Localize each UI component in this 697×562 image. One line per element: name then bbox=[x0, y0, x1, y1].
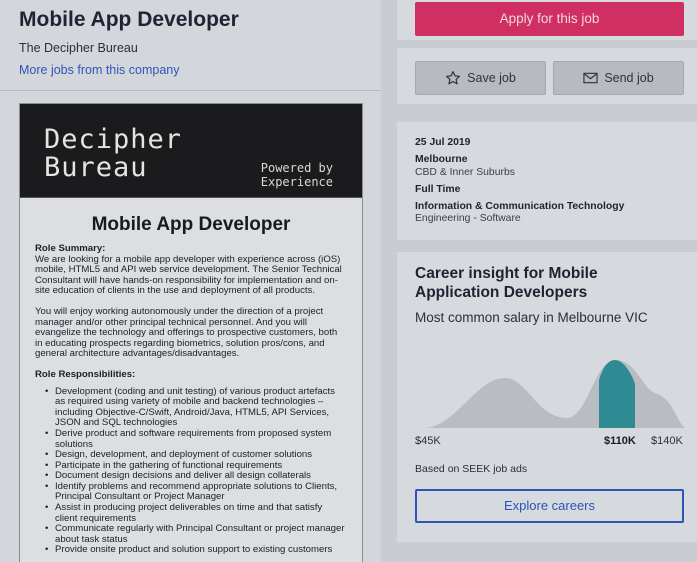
logo-line-1: Decipher bbox=[44, 124, 183, 155]
save-job-label: Save job bbox=[467, 71, 516, 85]
company-logo: Decipher Bureau bbox=[44, 126, 182, 182]
save-job-button[interactable]: Save job bbox=[415, 61, 546, 95]
tagline-line-2: Experience bbox=[260, 175, 333, 189]
explore-careers-button[interactable]: Explore careers bbox=[415, 489, 684, 523]
job-title: Mobile App Developer bbox=[19, 8, 239, 31]
company-name: The Decipher Bureau bbox=[19, 41, 138, 55]
area: CBD & Inner Suburbs bbox=[415, 167, 515, 178]
logo-line-2: Bureau bbox=[44, 152, 148, 183]
responsibility-item: Identify problems and recommend appropri… bbox=[45, 481, 347, 503]
salary-high-label: $140K bbox=[651, 435, 683, 447]
salary-distribution-chart bbox=[427, 360, 685, 428]
career-insight-subtitle: Most common salary in Melbourne VIC bbox=[415, 310, 648, 325]
responsibility-item: Derive product and software requirements… bbox=[45, 428, 347, 450]
based-on-note: Based on SEEK job ads bbox=[415, 463, 528, 475]
send-job-button[interactable]: Send job bbox=[553, 61, 684, 95]
responsibility-item: Development (coding and unit testing) of… bbox=[45, 386, 347, 429]
classification: Information & Communication Technology bbox=[415, 201, 625, 212]
role-summary-paragraph-2: You will enjoy working autonomously unde… bbox=[35, 305, 338, 360]
send-job-label: Send job bbox=[604, 71, 654, 85]
listing-date: 25 Jul 2019 bbox=[415, 137, 471, 148]
responsibility-item: Assist in producing project deliverables… bbox=[45, 502, 347, 524]
salary-common-label: $110K bbox=[604, 435, 636, 447]
role-summary-paragraph-1: We are looking for a mobile app develope… bbox=[35, 253, 342, 297]
work-type: Full Time bbox=[415, 184, 461, 195]
job-details-column: Mobile App Developer The Decipher Bureau… bbox=[0, 0, 381, 562]
ad-body: Role Summary: We are looking for a mobil… bbox=[20, 236, 362, 556]
responsibilities-list: Development (coding and unit testing) of… bbox=[35, 386, 347, 557]
envelope-icon bbox=[583, 72, 598, 84]
job-advertisement: Decipher Bureau Powered by Experience Mo… bbox=[19, 103, 363, 562]
star-icon bbox=[446, 71, 461, 85]
tagline-line-1: Powered by bbox=[260, 161, 333, 175]
sidebar: Apply for this job Save job Send job 25 … bbox=[397, 0, 697, 562]
responsibility-item: Provide onsite product and solution supp… bbox=[45, 545, 347, 556]
location: Melbourne bbox=[415, 154, 468, 165]
company-banner: Decipher Bureau Powered by Experience bbox=[20, 104, 362, 197]
career-insight-title: Career insight for Mobile Application De… bbox=[415, 265, 598, 301]
role-responsibilities-heading: Role Responsibilities: bbox=[35, 368, 136, 380]
divider bbox=[0, 90, 381, 91]
role-summary-heading: Role Summary: bbox=[35, 243, 106, 254]
tagline: Powered by Experience bbox=[261, 161, 333, 189]
apply-button[interactable]: Apply for this job bbox=[415, 2, 684, 36]
responsibility-item: Communicate regularly with Principal Con… bbox=[45, 523, 347, 545]
more-jobs-link[interactable]: More jobs from this company bbox=[19, 63, 179, 77]
ad-divider bbox=[20, 197, 362, 198]
sub-classification: Engineering - Software bbox=[415, 213, 521, 224]
salary-distribution-curve bbox=[427, 360, 685, 428]
ad-heading: Mobile App Developer bbox=[91, 214, 291, 235]
salary-low-label: $45K bbox=[415, 435, 441, 447]
